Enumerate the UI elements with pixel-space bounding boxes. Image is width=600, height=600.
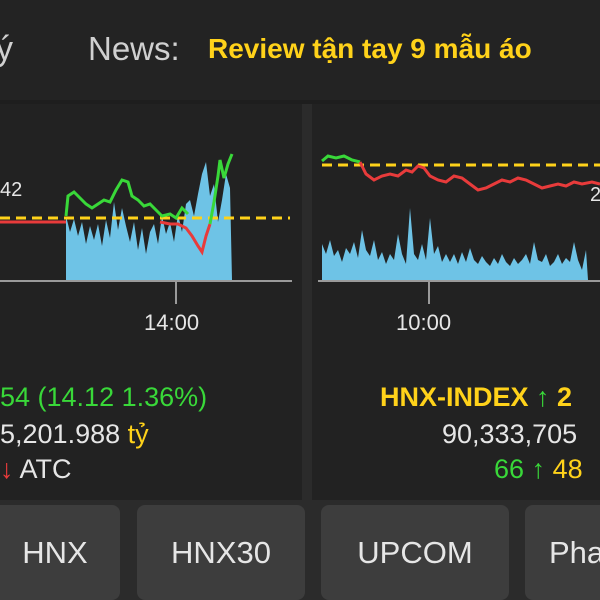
volume-area bbox=[66, 162, 232, 280]
traded-value: 5,201.988 tỷ bbox=[0, 419, 149, 450]
advancers-count: 66 bbox=[494, 454, 525, 484]
news-label: News: bbox=[88, 30, 180, 67]
session-status-label: ATC bbox=[19, 454, 72, 484]
tab-phai-sinh[interactable]: Pha bbox=[525, 505, 600, 600]
traded-value-number: 5,201.988 bbox=[0, 419, 121, 449]
price-line-green bbox=[321, 154, 361, 164]
breadth-stats: 66 ↑ 48 bbox=[494, 454, 583, 485]
news-bar[interactable]: ý News: Review tận tay 9 mẫu áo bbox=[0, 0, 600, 100]
session-status: ↓ ATC bbox=[0, 454, 72, 485]
index-name: HNX-INDEX bbox=[380, 382, 529, 412]
index-panel-right[interactable]: 2 10:00 HNX-INDEX ↑ 2 90,333,705 66 ↑ 48 bbox=[312, 104, 600, 500]
price-tag: 2 bbox=[590, 184, 600, 206]
traded-volume: 90,333,705 bbox=[442, 419, 578, 449]
time-tick-label: 14:00 bbox=[144, 310, 200, 335]
volume-area bbox=[322, 208, 588, 280]
tab-hnx[interactable]: HNX bbox=[0, 505, 120, 600]
time-tick-label: 10:00 bbox=[396, 310, 452, 335]
up-arrow-icon: ↑ bbox=[536, 382, 550, 412]
up-arrow-icon: ↑ bbox=[531, 454, 546, 484]
tab-upcom[interactable]: UPCOM bbox=[321, 505, 509, 600]
down-arrow-icon: ↓ bbox=[0, 454, 14, 484]
traded-value-unit: tỷ bbox=[127, 419, 149, 449]
index-headline: HNX-INDEX ↑ 2 bbox=[380, 382, 572, 413]
index-value: 2 bbox=[557, 382, 573, 412]
price-tag: 42 bbox=[0, 179, 23, 201]
index-change: 54 (14.12 1.36%) bbox=[0, 382, 208, 412]
news-headline[interactable]: Review tận tay 9 mẫu áo bbox=[208, 33, 532, 65]
unchanged-count: 48 bbox=[552, 454, 583, 484]
tab-hnx30[interactable]: HNX30 bbox=[137, 505, 305, 600]
app-logo-icon: ý bbox=[0, 30, 13, 68]
index-panel-left[interactable]: 42 14:00 54 (14.12 1.36%) 5,201.988 tỷ ↓… bbox=[0, 104, 302, 500]
price-line-green bbox=[64, 178, 190, 221]
